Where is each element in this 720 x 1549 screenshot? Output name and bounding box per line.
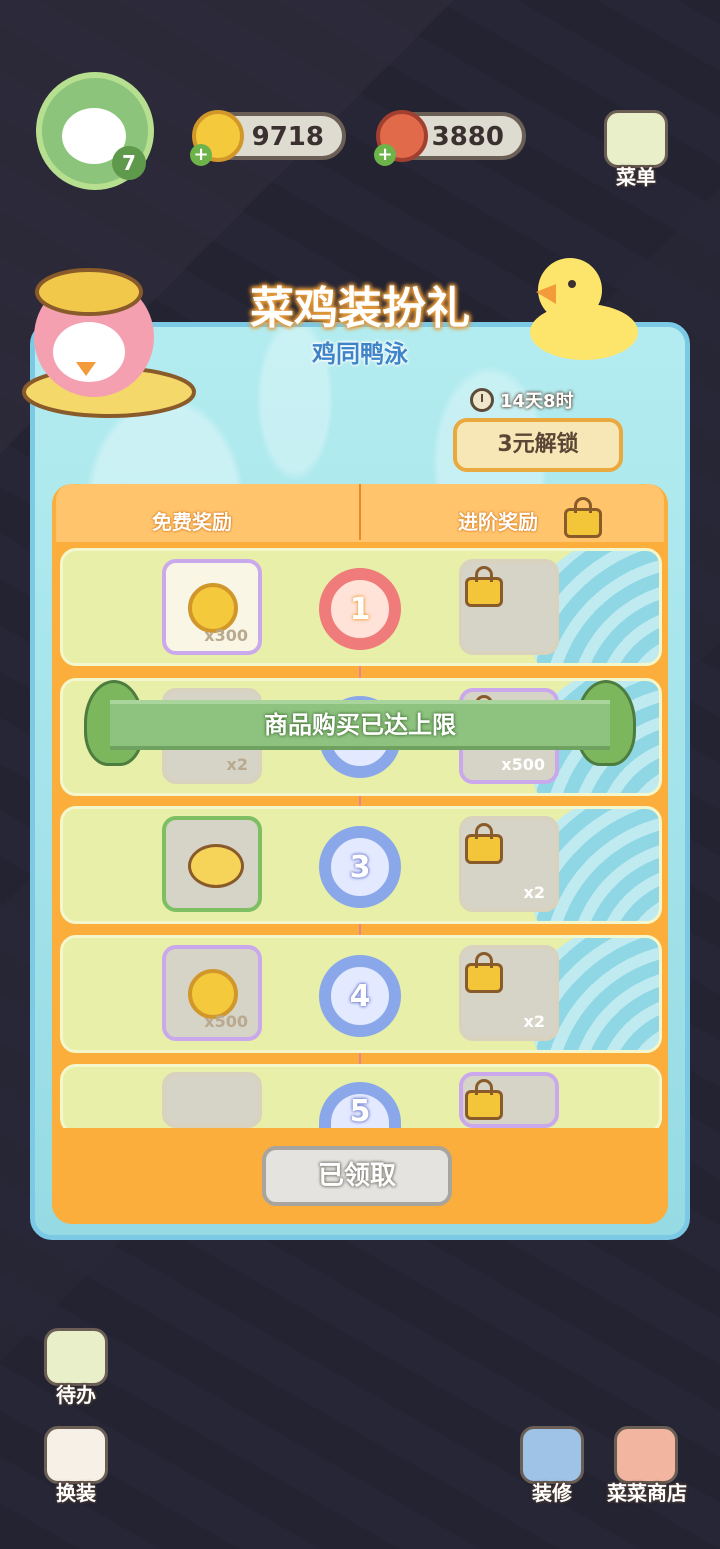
menu-icon [604, 110, 668, 168]
tier-number: 4 [349, 978, 371, 1014]
lock-icon [465, 823, 503, 864]
todo-button[interactable]: 待办 [38, 1328, 114, 1408]
tier-ring: 1 [319, 568, 401, 650]
player-level-badge: 7 [112, 146, 146, 180]
panel-title: 菜鸡装扮礼 [250, 283, 470, 334]
premium-lock-icon [564, 497, 602, 538]
panel-subtitle: 鸡同鸭泳 [312, 340, 408, 368]
countdown-timer: 14天8时 [470, 387, 574, 413]
premium-reward-slot[interactable] [459, 559, 559, 655]
tier-number: 3 [349, 849, 371, 885]
add-food-button[interactable]: + [374, 144, 396, 166]
premium-reward-slot[interactable] [459, 1072, 559, 1128]
clock-icon [470, 388, 494, 412]
lock-icon [465, 566, 503, 607]
tier-number: 1 [349, 591, 371, 627]
todo-list-icon [44, 1328, 108, 1386]
dressup-label: 换装 [56, 1481, 96, 1505]
free-reward-slot[interactable]: x500 [162, 945, 262, 1041]
dressup-icon [44, 1426, 108, 1484]
reward-quantity: x2 [523, 883, 545, 902]
lock-icon [465, 1079, 503, 1120]
coin-amount: 9718 [251, 122, 324, 152]
purchase-limit-banner: 商品购买已达上限 [110, 700, 610, 750]
free-reward-slot[interactable]: x300 [162, 559, 262, 655]
todo-label: 待办 [56, 1383, 96, 1407]
reward-quantity: x2 [226, 755, 248, 774]
rubber-duck-icon [188, 844, 244, 888]
reward-quantity: x500 [204, 1012, 248, 1031]
coin-counter[interactable]: + 9718 [190, 110, 346, 166]
claimed-button[interactable]: 已领取 [262, 1146, 452, 1206]
premium-rewards-label: 进阶奖励 [458, 510, 538, 534]
decorate-label: 装修 [532, 1481, 572, 1505]
food-counter[interactable]: + 3880 [374, 110, 526, 166]
reward-quantity: x300 [204, 626, 248, 645]
decorate-button[interactable]: 装修 [514, 1426, 590, 1506]
column-divider [359, 484, 361, 540]
timer-text: 14天8时 [500, 391, 574, 412]
reward-quantity: x2 [523, 1012, 545, 1031]
premium-reward-slot[interactable]: x2 [459, 816, 559, 912]
free-reward-slot[interactable] [162, 816, 262, 912]
shop-button[interactable]: 菜菜商店 [602, 1426, 692, 1506]
free-reward-slot[interactable] [162, 1072, 262, 1128]
shop-label: 菜菜商店 [607, 1481, 687, 1505]
menu-label: 菜单 [616, 165, 656, 189]
premium-reward-slot[interactable]: x2 [459, 945, 559, 1041]
menu-button[interactable]: 菜单 [598, 110, 674, 190]
shop-icon [614, 1426, 678, 1484]
dressup-button[interactable]: 换装 [38, 1426, 114, 1506]
lock-icon [465, 952, 503, 993]
tier-ring: 3 [319, 826, 401, 908]
unlock-button[interactable]: 3元解锁 [453, 418, 623, 472]
tier-number: 5 [349, 1093, 371, 1129]
add-coins-button[interactable]: + [190, 144, 212, 166]
decorate-icon [520, 1426, 584, 1484]
player-avatar[interactable]: 7 [36, 72, 154, 190]
reward-quantity: x500 [501, 755, 545, 774]
food-amount: 3880 [431, 122, 504, 152]
free-rewards-label: 免费奖励 [152, 510, 232, 534]
tier-ring: 4 [319, 955, 401, 1037]
